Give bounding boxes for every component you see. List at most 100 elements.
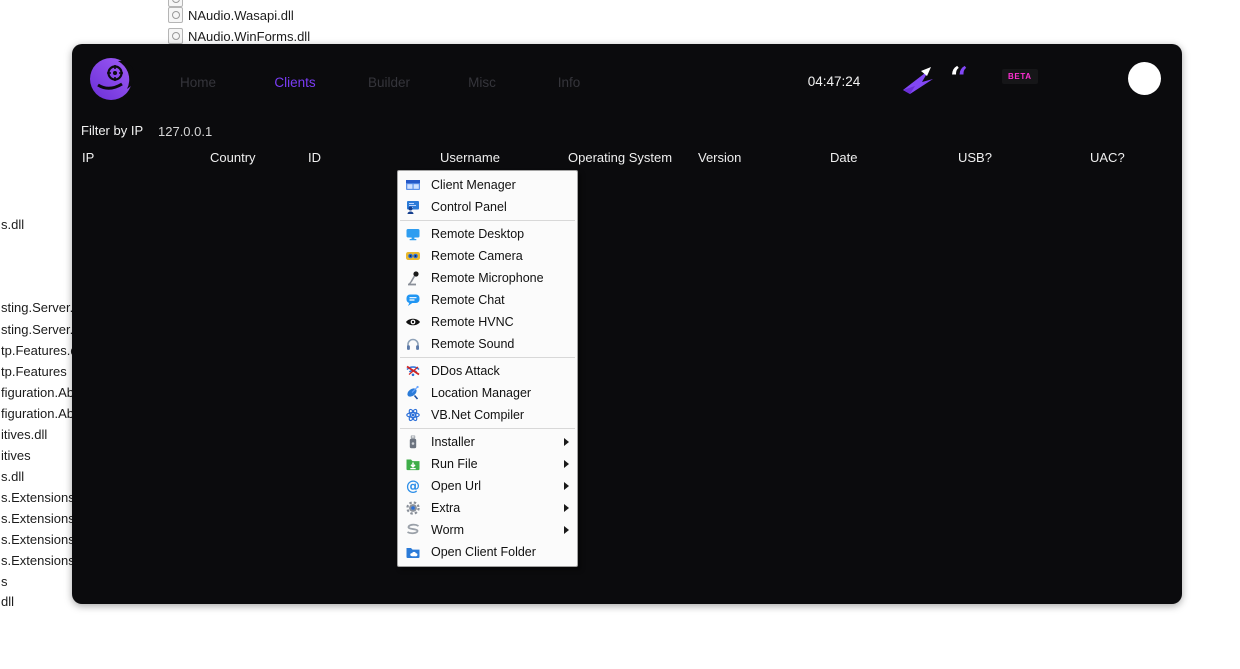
file-name-fragment: s	[1, 574, 8, 589]
remote-chat-icon	[405, 292, 421, 308]
column-header-operating-system[interactable]: Operating System	[568, 150, 672, 165]
remote-microphone-icon	[405, 270, 421, 286]
remote-desktop-icon	[405, 226, 421, 242]
file-name-fragment: dll	[1, 594, 14, 609]
menu-item-client-manager[interactable]: Client Menager	[398, 174, 577, 196]
menu-item-label: Control Panel	[431, 200, 571, 214]
installer-icon	[405, 434, 421, 450]
dll-file-icon	[168, 7, 183, 23]
client-manager-icon	[405, 177, 421, 193]
file-row[interactable]: NAudio.WinForms.dll	[168, 28, 310, 44]
menu-item-label: VB.Net Compiler	[431, 408, 571, 422]
nav-item-info[interactable]: Info	[558, 75, 581, 90]
open-url-icon: @	[405, 478, 421, 494]
worm-icon	[405, 522, 421, 538]
menu-item-remote-camera[interactable]: Remote Camera	[398, 245, 577, 267]
extra-icon	[405, 500, 421, 516]
file-name-fragment: figuration.Abs	[1, 385, 81, 400]
file-name-fragment: s.dll	[1, 217, 24, 232]
menu-item-remote-sound[interactable]: Remote Sound	[398, 333, 577, 355]
app-window: Home Clients Builder Misc Info 04:47:24 …	[72, 44, 1182, 604]
control-panel-icon	[405, 199, 421, 215]
dll-file-icon	[168, 0, 183, 7]
nav-item-clients[interactable]: Clients	[274, 75, 315, 90]
menu-item-label: Open Client Folder	[431, 545, 571, 559]
remote-hvnc-icon	[405, 314, 421, 330]
file-row[interactable]	[168, 0, 183, 7]
column-header-uac[interactable]: UAC?	[1090, 150, 1125, 165]
menu-item-control-panel[interactable]: Control Panel	[398, 196, 577, 218]
beta-badge: BETA	[1002, 69, 1038, 84]
menu-item-installer[interactable]: Installer	[398, 431, 577, 453]
column-header-id[interactable]: ID	[308, 150, 321, 165]
file-name-fragment: tp.Features	[1, 364, 67, 379]
nav-item-builder[interactable]: Builder	[368, 75, 410, 90]
menu-separator	[400, 220, 575, 221]
file-name: NAudio.Wasapi.dll	[188, 8, 294, 23]
menu-item-label: Remote Desktop	[431, 227, 571, 241]
menu-item-remote-microphone[interactable]: Remote Microphone	[398, 267, 577, 289]
menu-item-ddos-attack[interactable]: DDos Attack	[398, 360, 577, 382]
file-row[interactable]: NAudio.Wasapi.dll	[168, 7, 294, 23]
submenu-arrow-icon	[564, 504, 569, 512]
filter-ip-input[interactable]	[156, 123, 270, 140]
vbnet-compiler-icon	[405, 407, 421, 423]
paper-plane-icon[interactable]	[900, 64, 938, 101]
location-manager-icon	[405, 385, 421, 401]
menu-item-label: Remote HVNC	[431, 315, 571, 329]
menu-item-vbnet-compiler[interactable]: VB.Net Compiler	[398, 404, 577, 426]
menu-item-run-file[interactable]: Run File	[398, 453, 577, 475]
file-name-fragment: s.dll	[1, 469, 24, 484]
avatar[interactable]	[1128, 62, 1161, 95]
menu-item-location-manager[interactable]: Location Manager	[398, 382, 577, 404]
app-logo-icon	[88, 56, 134, 102]
file-name-fragment: s.Extensions	[1, 553, 75, 568]
file-name: NAudio.WinForms.dll	[188, 29, 310, 44]
menu-item-remote-desktop[interactable]: Remote Desktop	[398, 223, 577, 245]
menu-item-label: Remote Camera	[431, 249, 571, 263]
remote-sound-icon	[405, 336, 421, 352]
menu-item-label: Installer	[431, 435, 564, 449]
submenu-arrow-icon	[564, 526, 569, 534]
column-header-ip[interactable]: IP	[82, 150, 94, 165]
file-name-fragment: sting.Server.A	[1, 300, 82, 315]
menu-item-label: Worm	[431, 523, 564, 537]
submenu-arrow-icon	[564, 482, 569, 490]
dll-file-icon	[168, 28, 183, 44]
menu-item-label: Remote Sound	[431, 337, 571, 351]
filter-by-ip-label: Filter by IP	[81, 123, 143, 138]
menu-item-open-client-folder[interactable]: Open Client Folder	[398, 541, 577, 563]
menu-item-label: Extra	[431, 501, 564, 515]
ddos-attack-icon	[405, 363, 421, 379]
menu-item-label: DDos Attack	[431, 364, 571, 378]
menu-separator	[400, 428, 575, 429]
quotes-icon[interactable]: ‘‘	[950, 66, 965, 92]
run-file-icon	[405, 456, 421, 472]
column-header-date[interactable]: Date	[830, 150, 857, 165]
svg-text:@: @	[406, 479, 420, 495]
menu-item-label: Location Manager	[431, 386, 571, 400]
file-name-fragment: itives.dll	[1, 427, 47, 442]
submenu-arrow-icon	[564, 438, 569, 446]
client-context-menu: Client Menager Control Panel Remote Desk…	[397, 170, 578, 567]
nav-item-home[interactable]: Home	[180, 75, 216, 90]
column-header-username[interactable]: Username	[440, 150, 500, 165]
column-header-country[interactable]: Country	[210, 150, 256, 165]
menu-item-label: Remote Microphone	[431, 271, 571, 285]
open-client-folder-icon	[405, 544, 421, 560]
menu-item-label: Run File	[431, 457, 564, 471]
menu-separator	[400, 357, 575, 358]
menu-item-worm[interactable]: Worm	[398, 519, 577, 541]
file-name-fragment: figuration.Abs	[1, 406, 81, 421]
menu-item-remote-chat[interactable]: Remote Chat	[398, 289, 577, 311]
column-header-usb[interactable]: USB?	[958, 150, 992, 165]
nav-item-misc[interactable]: Misc	[468, 75, 496, 90]
clock: 04:47:24	[808, 74, 861, 89]
menu-item-label: Client Menager	[431, 178, 571, 192]
submenu-arrow-icon	[564, 460, 569, 468]
remote-camera-icon	[405, 248, 421, 264]
menu-item-open-url[interactable]: @ Open Url	[398, 475, 577, 497]
menu-item-extra[interactable]: Extra	[398, 497, 577, 519]
column-header-version[interactable]: Version	[698, 150, 741, 165]
menu-item-remote-hvnc[interactable]: Remote HVNC	[398, 311, 577, 333]
